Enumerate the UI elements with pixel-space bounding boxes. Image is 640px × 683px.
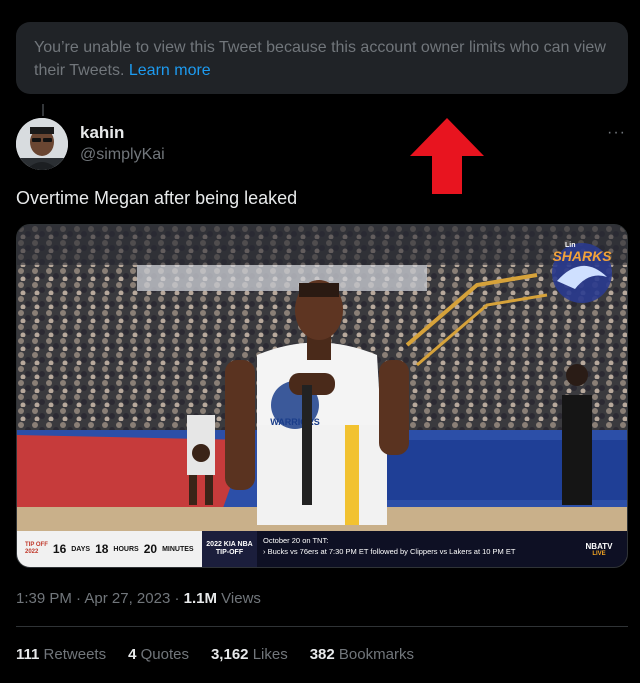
tweet-text: Overtime Megan after being leaked (16, 188, 298, 208)
video-frame: WARRIORS (17, 225, 627, 567)
retweets-stat[interactable]: 111 Retweets (16, 646, 106, 663)
views-label: Views (221, 590, 261, 607)
notice-text: You’re unable to view this Tweet because… (34, 39, 606, 79)
days-unit: DAYS (71, 545, 91, 553)
tweet-meta: 1:39 PM · Apr 27, 2023 · 1.1M Views (16, 590, 261, 607)
countdown: TIP OFF 2022 16 DAYS 18 HOURS 20 MINUTES (17, 531, 202, 567)
tweet-time[interactable]: 1:39 PM (16, 590, 72, 607)
tweet-date[interactable]: Apr 27, 2023 (84, 590, 170, 607)
author-handle[interactable]: @simplyKai (80, 146, 165, 164)
svg-text:Lin: Lin (565, 242, 576, 249)
event-label: TIP OFF (25, 542, 48, 548)
more-options-icon[interactable]: ··· (607, 124, 626, 142)
tip-off-label: 2022 KIA NBA TIP-OFF (202, 531, 257, 567)
author-name[interactable]: kahin (80, 123, 124, 143)
nbatv-logo: NBATV LIVE (571, 531, 627, 567)
divider (16, 626, 628, 627)
restricted-tweet-notice: You’re unable to view this Tweet because… (16, 22, 628, 94)
red-arrow-up-icon (410, 118, 484, 194)
engagement-stats: 111 Retweets 4 Quotes 3,162 Likes 382 Bo… (16, 646, 414, 663)
minutes-unit: MINUTES (162, 545, 194, 553)
sharks-logo: SHARKS Lin (552, 242, 612, 303)
likes-stat[interactable]: 3,162 Likes (211, 646, 288, 663)
minutes-value: 20 (143, 542, 158, 556)
days-value: 16 (52, 542, 67, 556)
svg-text:SHARKS: SHARKS (552, 248, 612, 264)
broadcast-scorebar: TIP OFF 2022 16 DAYS 18 HOURS 20 MINUTES… (17, 531, 627, 567)
thread-line (42, 104, 44, 116)
schedule-info: October 20 on TNT: › Bucks vs 76ers at 7… (257, 531, 571, 567)
hours-unit: HOURS (113, 545, 139, 553)
jersey-text: WARRIORS (270, 417, 320, 427)
avatar[interactable] (16, 118, 68, 170)
hours-value: 18 (95, 542, 109, 556)
tweet-video[interactable]: WARRIORS SHARKS Lin TIP OFF 2022 16 DAYS… (16, 224, 628, 568)
quotes-stat[interactable]: 4 Quotes (128, 646, 189, 663)
views-count: 1.1M (183, 590, 217, 607)
learn-more-link[interactable]: Learn more (129, 62, 211, 79)
bookmarks-stat[interactable]: 382 Bookmarks (310, 646, 414, 663)
event-year: 2022 (25, 549, 39, 555)
avatar-image (16, 118, 68, 170)
